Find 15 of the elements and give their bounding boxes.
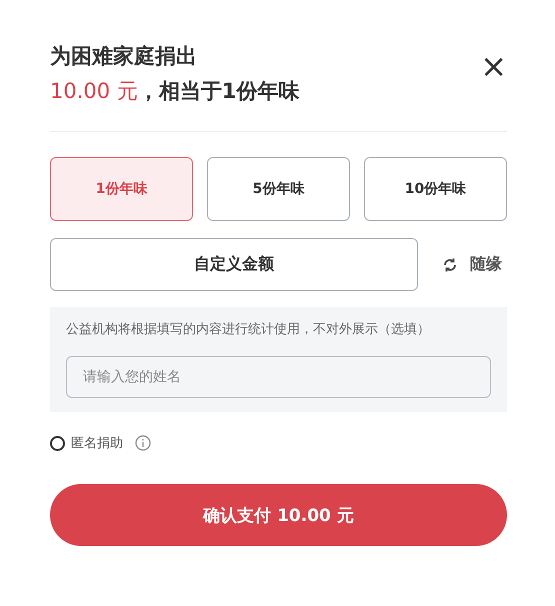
donation-summary: 10.00 元，相当于1份年味 — [50, 78, 300, 105]
anonymous-label: 匿名捐助 — [71, 435, 123, 452]
anonymous-radio[interactable] — [50, 436, 65, 450]
info-icon[interactable] — [135, 435, 151, 451]
random-amount-button[interactable]: 随缘 — [442, 254, 502, 275]
name-input-field[interactable]: 请输入您的姓名 — [66, 356, 491, 398]
confirm-payment-button[interactable]: 确认支付 10.00 元 — [50, 484, 507, 546]
close-button[interactable]: × — [480, 50, 507, 82]
custom-amount-button[interactable]: 自定义金额 — [50, 238, 418, 291]
amount-option[interactable]: 1份年味 — [50, 157, 193, 221]
dialog-title: 为困难家庭捐出 — [50, 43, 198, 70]
refresh-icon — [442, 256, 458, 272]
amount-option[interactable]: 10份年味 — [364, 157, 507, 221]
amount-option[interactable]: 5份年味 — [207, 157, 350, 221]
info-text: 公益机构将根据填写的内容进行统计使用，不对外展示（选填） — [66, 321, 431, 339]
